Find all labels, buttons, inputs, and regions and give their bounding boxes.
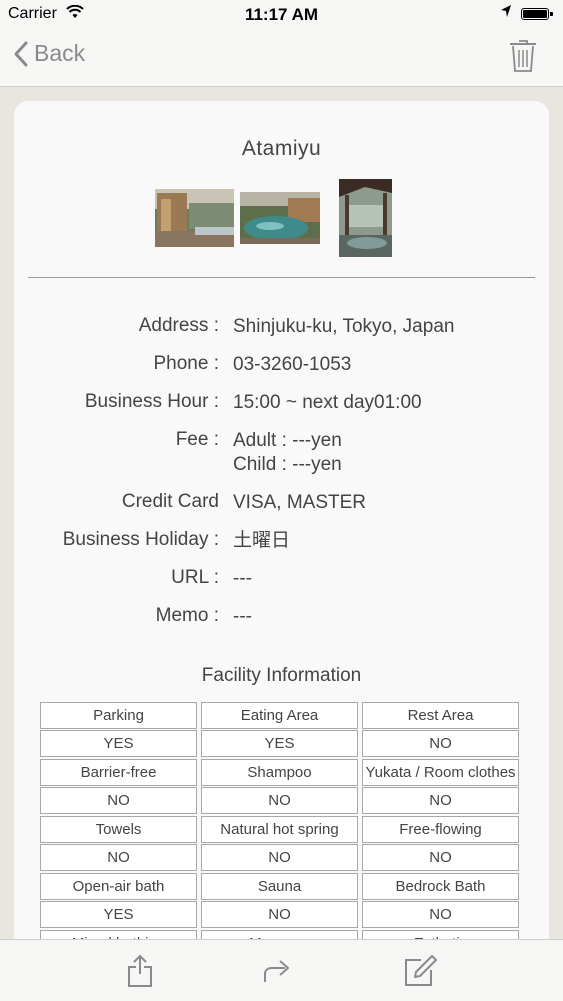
memo-value: --- [233, 606, 252, 627]
edit-icon[interactable] [403, 954, 437, 993]
photo-thumbnail-3[interactable] [339, 179, 392, 257]
facility-value-bedrock-bath: NO [362, 901, 519, 928]
spa-title: Atamiyu [241, 137, 322, 160]
credit-card-label: Credit Card [121, 491, 219, 512]
facility-name-parking: Parking [40, 702, 197, 729]
url-label: URL : [171, 567, 219, 588]
facility-value-rest-area: NO [362, 730, 519, 757]
address-value: Shinjuku-ku, Tokyo, Japan [233, 316, 455, 337]
detail-card: Atamiyu Address: Shinjuku-ku, Tokyo, Ja… [14, 101, 549, 961]
address-label: Address : [138, 315, 219, 336]
facility-name-natural-hot-spring: Natural hot spring [201, 816, 358, 843]
facility-value-free-flowing: NO [362, 844, 519, 871]
facility-name-towels: Towels [40, 816, 197, 843]
fee-child-value: Child : ---yen [233, 454, 342, 475]
facility-name-bedrock-bath: Bedrock Bath [362, 873, 519, 900]
facility-value-sauna: NO [201, 901, 358, 928]
clock: 11:17 AM [244, 5, 319, 24]
forward-icon[interactable] [263, 958, 293, 989]
facility-name-open-air-bath: Open-air bath [40, 873, 197, 900]
credit-card-value: VISA, MASTER [233, 492, 367, 513]
back-button[interactable]: Back [14, 40, 85, 67]
navigation-bar: Back [0, 30, 563, 87]
location-arrow-icon [500, 4, 512, 22]
facility-value-open-air-bath: YES [40, 901, 197, 928]
facility-name-shampoo: Shampoo [201, 759, 358, 786]
facility-value-natural-hot-spring: NO [201, 844, 358, 871]
business-holiday-label: Business Holiday : [62, 529, 219, 550]
business-hour-value: 15:00 ~ next day01:00 [233, 392, 422, 413]
facility-value-eating-area: YES [201, 730, 358, 757]
memo-label: Memo : [155, 605, 219, 626]
facility-value-yukata: NO [362, 787, 519, 814]
divider [28, 277, 535, 278]
battery-icon [521, 8, 553, 20]
chevron-left-icon [14, 41, 28, 66]
phone-label: Phone : [153, 353, 220, 374]
facility-value-shampoo: NO [201, 787, 358, 814]
facility-value-towels: NO [40, 844, 197, 871]
facility-value-barrier-free: NO [40, 787, 197, 814]
url-value[interactable]: --- [233, 567, 252, 591]
facility-name-eating-area: Eating Area [201, 702, 358, 729]
facility-name-barrier-free: Barrier-free [40, 759, 197, 786]
business-hour-label: Business Hour : [84, 391, 219, 412]
facility-name-rest-area: Rest Area [362, 702, 519, 729]
trash-icon[interactable] [508, 38, 538, 79]
fee-adult-value: Adult : ---yen [233, 430, 342, 451]
photo-thumbnail-2[interactable] [240, 192, 320, 244]
business-holiday-value: 土曜日 [233, 530, 291, 551]
facility-value-parking: YES [40, 730, 197, 757]
back-label: Back [34, 40, 86, 66]
facility-name-sauna: Sauna [201, 873, 358, 900]
status-bar: Carrier 11:17 AM [0, 0, 563, 30]
facility-name-yukata: Yukata / Room clothes [362, 759, 519, 786]
facility-title: Facility Information [201, 665, 362, 686]
bottom-toolbar [0, 939, 563, 1001]
share-icon[interactable] [126, 954, 154, 993]
phone-value[interactable]: 03-3260-1053 [233, 353, 351, 377]
photo-thumbnail-1[interactable] [155, 189, 234, 247]
fee-label: Fee : [175, 429, 219, 450]
facility-name-free-flowing: Free-flowing [362, 816, 519, 843]
